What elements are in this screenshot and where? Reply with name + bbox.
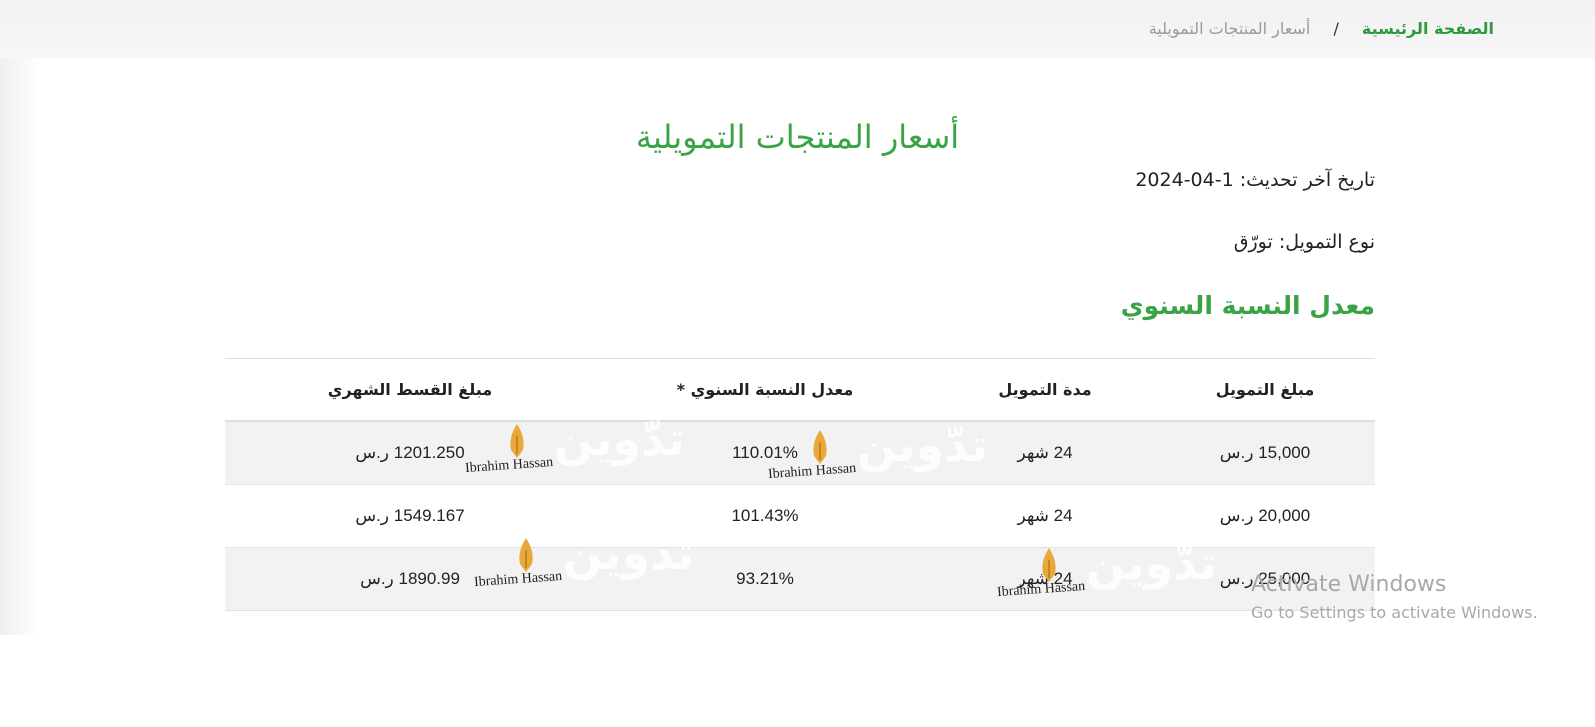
header-financing-duration: مدة التمويل <box>935 358 1155 422</box>
page-shadow <box>0 0 40 635</box>
cell-duration: 24 شهر <box>935 484 1155 548</box>
header-monthly-installment: مبلغ القسط الشهري <box>225 358 595 422</box>
rates-table: مبلغ التمويل مدة التمويل معدل النسبة الس… <box>225 358 1375 611</box>
last-update-date: تاريخ آخر تحديث: 1-04-2024 <box>1135 169 1375 191</box>
cell-duration: 24 شهر <box>935 547 1155 611</box>
activate-windows-title: Activate Windows <box>1251 572 1447 597</box>
section-title: معدل النسبة السنوي <box>1120 291 1375 320</box>
breadcrumb-home-link[interactable]: الصفحة الرئيسية <box>1362 19 1494 38</box>
cell-apr: 93.21% <box>595 547 935 611</box>
cell-duration: 24 شهر <box>935 421 1155 485</box>
table-row: 20,000 ر.س 24 شهر 101.43% 1549.167 ر.س <box>225 484 1375 548</box>
breadcrumb-bar: الصفحة الرئيسية / أسعار المنتجات التمويل… <box>0 0 1595 58</box>
cell-monthly-installment: 1890.99 ر.س <box>225 547 595 611</box>
financing-type: نوع التمويل: تورّق <box>1233 231 1375 253</box>
cell-monthly-installment: 1201.250 ر.س <box>225 421 595 485</box>
header-financing-amount: مبلغ التمويل <box>1155 358 1375 422</box>
header-apr: معدل النسبة السنوي * <box>595 358 935 422</box>
cell-financing-amount: 15,000 ر.س <box>1155 421 1375 485</box>
breadcrumb: الصفحة الرئيسية / أسعار المنتجات التمويل… <box>1149 19 1494 38</box>
cell-financing-amount: 20,000 ر.س <box>1155 484 1375 548</box>
cell-apr: 110.01% <box>595 421 935 485</box>
cell-monthly-installment: 1549.167 ر.س <box>225 484 595 548</box>
activate-windows-notice: Activate Windows Go to Settings to activ… <box>1251 572 1538 622</box>
table-header-row: مبلغ التمويل مدة التمويل معدل النسبة الس… <box>225 358 1375 422</box>
page-title: أسعار المنتجات التمويلية <box>635 118 960 156</box>
activate-windows-subtitle: Go to Settings to activate Windows. <box>1251 603 1538 622</box>
table-row: 25,000 ر.س 24 شهر 93.21% 1890.99 ر.س <box>225 547 1375 611</box>
breadcrumb-current: أسعار المنتجات التمويلية <box>1148 19 1311 38</box>
breadcrumb-separator: / <box>1333 19 1339 38</box>
table-row: 15,000 ر.س 24 شهر 110.01% 1201.250 ر.س <box>225 421 1375 485</box>
cell-apr: 101.43% <box>595 484 935 548</box>
